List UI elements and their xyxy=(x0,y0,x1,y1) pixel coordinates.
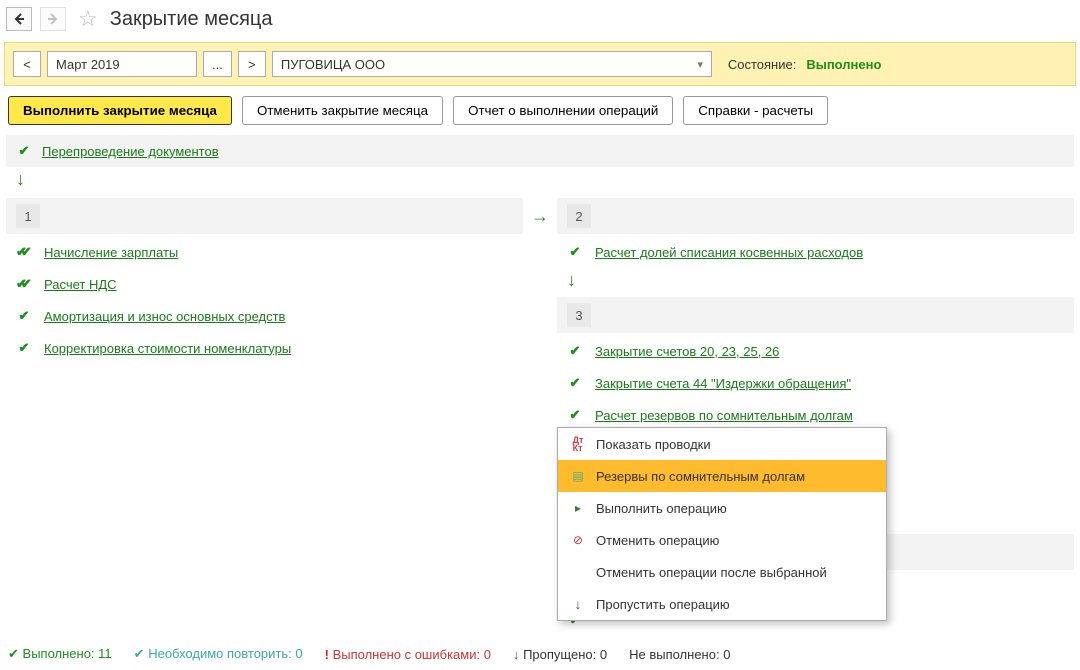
organization-field[interactable]: ПУГОВИЦА ООО ▾ xyxy=(272,51,712,77)
dropdown-icon: ▾ xyxy=(697,58,703,71)
footer-notdone: Не выполнено: 0 xyxy=(629,647,730,662)
repost-documents-link[interactable]: Перепроведение документов xyxy=(42,144,219,159)
favorite-star-icon[interactable]: ☆ xyxy=(74,6,102,32)
double-check-icon: ✔✔ xyxy=(16,244,32,260)
stage-3-number: 3 xyxy=(567,303,591,327)
menu-reserves-report-label: Резервы по сомнительным долгам xyxy=(596,469,805,484)
period-field[interactable]: Март 2019 xyxy=(47,51,197,77)
flow-arrow-down-icon: ↓ xyxy=(16,169,25,189)
cost-correction-link[interactable]: Корректировка стоимости номенклатуры xyxy=(44,341,291,356)
stage1-depr-row: ✔ Амортизация и износ основных средств xyxy=(6,302,523,330)
parameters-bar: < Март 2019 ... > ПУГОВИЦА ООО ▾ Состоян… xyxy=(4,42,1076,86)
menu-cancel-operation-label: Отменить операцию xyxy=(596,533,719,548)
check-icon: ✔ xyxy=(16,143,32,159)
status-footer: ✔ Выполнено: 11 ✔ Необходимо повторить: … xyxy=(0,638,1080,670)
depreciation-link[interactable]: Амортизация и износ основных средств xyxy=(44,309,285,324)
menu-run-operation[interactable]: ▸ Выполнить операцию xyxy=(558,492,886,524)
check-icon: ✔ xyxy=(567,343,583,359)
menu-reserves-report[interactable]: ▤ Резервы по сомнительным долгам xyxy=(558,460,886,492)
period-next-button[interactable]: > xyxy=(238,51,266,77)
err-count: 0 xyxy=(484,647,491,662)
flow-arrow-down-icon: ↓ xyxy=(567,270,576,290)
check-icon: ✔ xyxy=(16,340,32,356)
flow-arrow-right-icon: → xyxy=(531,206,549,227)
stage-1-header: 1 xyxy=(6,198,523,234)
stage-3-header: 3 xyxy=(557,297,1074,333)
skip-icon: ↓ xyxy=(513,647,520,662)
operations-report-button[interactable]: Отчет о выполнении операций xyxy=(453,96,673,125)
skip-icon: ↓ xyxy=(570,596,586,612)
run-month-close-button[interactable]: Выполнить закрытие месяца xyxy=(8,96,232,125)
stage1-payroll-row: ✔✔ Начисление зарплаты xyxy=(6,238,523,266)
cancel-month-close-button[interactable]: Отменить закрытие месяца xyxy=(242,96,443,125)
error-icon: ! xyxy=(325,647,329,662)
stage3-reserves-row: ✔ Расчет резервов по сомнительным долгам… xyxy=(557,401,1074,429)
menu-show-entries[interactable]: ДтКт Показать проводки xyxy=(558,428,886,460)
stage2-shares-row: ✔ Расчет долей списания косвенных расход… xyxy=(557,238,1074,266)
repeat-label: Необходимо повторить: xyxy=(148,646,292,661)
nav-back-button[interactable] xyxy=(6,7,32,31)
repost-documents-row: ✔ Перепроведение документов xyxy=(6,135,1074,167)
indirect-costs-link[interactable]: Расчет долей списания косвенных расходов xyxy=(595,245,863,260)
err-label: Выполнено с ошибками: xyxy=(333,647,481,662)
footer-skipped: ↓ Пропущено: 0 xyxy=(513,647,607,662)
run-icon: ▸ xyxy=(570,500,586,516)
period-prev-button[interactable]: < xyxy=(13,51,41,77)
done-count: 11 xyxy=(98,646,112,661)
footer-repeat: ✔ Необходимо повторить: 0 xyxy=(134,646,303,662)
report-icon: ▤ xyxy=(570,468,586,484)
cancel-icon: ⊘ xyxy=(570,532,586,548)
left-column: 1 ✔✔ Начисление зарплаты ✔✔ Расчет НДС ✔… xyxy=(6,198,523,634)
period-value: Март 2019 xyxy=(56,57,120,72)
check-icon: ✔ xyxy=(567,407,583,423)
stage3-close44-row: ✔ Закрытие счета 44 "Издержки обращения" xyxy=(557,369,1074,397)
doubtful-debts-reserve-link[interactable]: Расчет резервов по сомнительным долгам xyxy=(595,408,853,423)
right-column: → 2 ✔ Расчет долей списания косвенных ра… xyxy=(535,198,1074,634)
vat-link[interactable]: Расчет НДС xyxy=(44,277,117,292)
stage-2-header: 2 xyxy=(557,198,1074,234)
menu-skip-operation[interactable]: ↓ Пропустить операцию xyxy=(558,588,886,620)
top-navbar: ☆ Закрытие месяца xyxy=(0,0,1080,42)
status-label: Состояние: xyxy=(728,57,796,72)
close-accounts-20-23-25-26-link[interactable]: Закрытие счетов 20, 23, 25, 26 xyxy=(595,344,779,359)
check-icon: ✔ xyxy=(567,375,583,391)
menu-cancel-after[interactable]: Отменить операции после выбранной xyxy=(558,556,886,588)
menu-skip-operation-label: Пропустить операцию xyxy=(596,597,730,612)
payroll-link[interactable]: Начисление зарплаты xyxy=(44,245,178,260)
repeat-count: 0 xyxy=(295,646,302,661)
period-picker-button[interactable]: ... xyxy=(203,51,232,77)
check-icon: ✔ xyxy=(16,308,32,324)
stage-2-number: 2 xyxy=(567,204,591,228)
status-value: Выполнено xyxy=(806,57,881,72)
menu-show-entries-label: Показать проводки xyxy=(596,437,711,452)
toolbar: Выполнить закрытие месяца Отменить закры… xyxy=(0,86,1080,135)
page-title: Закрытие месяца xyxy=(110,8,273,31)
menu-run-operation-label: Выполнить операцию xyxy=(596,501,727,516)
done-label: Выполнено: xyxy=(23,646,95,661)
dtkt-icon: ДтКт xyxy=(570,436,586,452)
close-account-44-link[interactable]: Закрытие счета 44 "Издержки обращения" xyxy=(595,376,851,391)
check-icon: ✔ xyxy=(8,646,19,661)
stage3-close2023-row: ✔ Закрытие счетов 20, 23, 25, 26 xyxy=(557,337,1074,365)
references-button[interactable]: Справки - расчеты xyxy=(683,96,828,125)
check-icon: ✔ xyxy=(567,244,583,260)
context-menu: ДтКт Показать проводки ▤ Резервы по сомн… xyxy=(557,427,887,621)
menu-cancel-operation[interactable]: ⊘ Отменить операцию xyxy=(558,524,886,556)
check-icon: ✔ xyxy=(134,646,145,661)
stage1-vat-row: ✔✔ Расчет НДС xyxy=(6,270,523,298)
stage1-cost-row: ✔ Корректировка стоимости номенклатуры xyxy=(6,334,523,362)
footer-done: ✔ Выполнено: 11 xyxy=(8,646,112,662)
notdone-count: 0 xyxy=(723,647,730,662)
organization-value: ПУГОВИЦА ООО xyxy=(281,57,385,72)
notdone-label: Не выполнено: xyxy=(629,647,719,662)
nav-forward-button[interactable] xyxy=(40,7,66,31)
menu-cancel-after-label: Отменить операции после выбранной xyxy=(596,565,827,580)
skip-count: 0 xyxy=(600,647,607,662)
stage-1-number: 1 xyxy=(16,204,40,228)
double-check-icon: ✔✔ xyxy=(16,276,32,292)
footer-errors: ! Выполнено с ошибками: 0 xyxy=(325,647,491,662)
skip-label: Пропущено: xyxy=(523,647,596,662)
blank-icon xyxy=(570,564,586,580)
